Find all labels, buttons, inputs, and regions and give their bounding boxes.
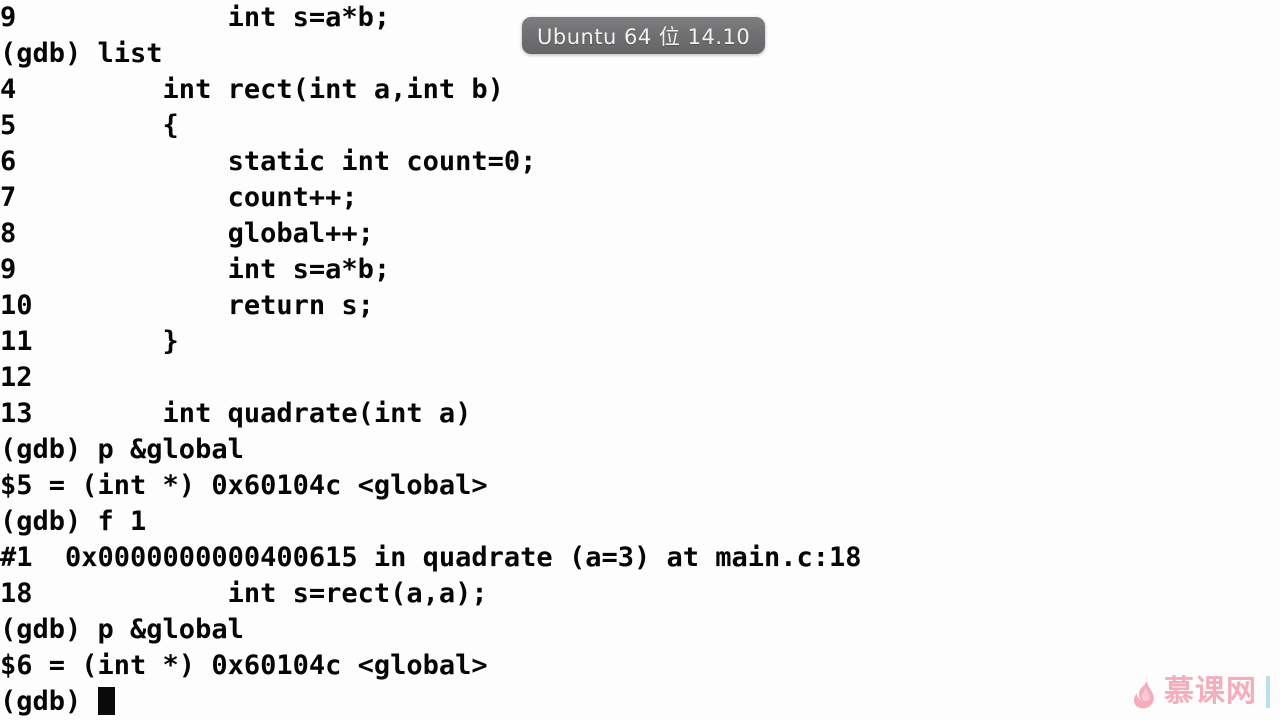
terminal-line: #1 0x0000000000400615 in quadrate (a=3) … — [0, 540, 1280, 576]
terminal-line: (gdb) f 1 — [0, 504, 1280, 540]
terminal-line-text: (gdb) p &global — [0, 614, 244, 645]
terminal-line: 12 — [0, 360, 1280, 396]
watermark-label: 慕课网 — [1164, 674, 1257, 709]
terminal-line-text: (gdb) p &global — [0, 434, 244, 465]
terminal-line: 8 global++; — [0, 216, 1280, 252]
terminal-line-text: (gdb) list — [0, 38, 163, 69]
terminal-line: $6 = (int *) 0x60104c <global> — [0, 648, 1280, 684]
terminal-line: (gdb) p &global — [0, 612, 1280, 648]
watermark: 慕课网 — [1129, 674, 1270, 710]
terminal-line-text: 6 static int count=0; — [0, 146, 537, 177]
terminal-line-text: 10 return s; — [0, 290, 374, 321]
terminal-line: 5 { — [0, 108, 1280, 144]
terminal-line: 6 static int count=0; — [0, 144, 1280, 180]
terminal-line-text: 9 int s=a*b; — [0, 254, 391, 285]
ubuntu-version-badge-label: Ubuntu 64 位 14.10 — [537, 24, 751, 49]
terminal-line-text: #1 0x0000000000400615 in quadrate (a=3) … — [0, 542, 862, 573]
terminal-line: 18 int s=rect(a,a); — [0, 576, 1280, 612]
flame-icon — [1129, 674, 1159, 710]
terminal-line-text: 7 count++; — [0, 182, 358, 213]
ubuntu-version-badge: Ubuntu 64 位 14.10 — [522, 17, 766, 54]
terminal-line: 11 } — [0, 324, 1280, 360]
terminal-line-text: 18 int s=rect(a,a); — [0, 578, 488, 609]
terminal-line: 13 int quadrate(int a) — [0, 396, 1280, 432]
terminal-line-text: 5 { — [0, 110, 179, 141]
terminal-line: (gdb) p &global — [0, 432, 1280, 468]
terminal-line-text: (gdb) — [0, 686, 98, 717]
terminal-line-text: 4 int rect(int a,int b) — [0, 74, 504, 105]
terminal-line: 7 count++; — [0, 180, 1280, 216]
terminal-line-text: (gdb) f 1 — [0, 506, 147, 537]
terminal-line-text: 11 } — [0, 326, 179, 357]
terminal-line-text: $6 = (int *) 0x60104c <global> — [0, 650, 488, 681]
terminal-line-text: $5 = (int *) 0x60104c <global> — [0, 470, 488, 501]
terminal-line-text: 13 int quadrate(int a) — [0, 398, 472, 429]
watermark-accent-bar — [1266, 676, 1270, 708]
text-cursor — [97, 687, 115, 715]
terminal-line: 9 int s=a*b; — [0, 252, 1280, 288]
terminal-screenshot: 9 int s=a*b; (gdb) list 4 int rect(int a,i… — [0, 0, 1280, 720]
terminal-line-text: 12 — [0, 362, 33, 393]
terminal-line: 10 return s; — [0, 288, 1280, 324]
terminal-line-text: 9 int s=a*b; — [0, 2, 391, 33]
terminal-output[interactable]: 9 int s=a*b; (gdb) list 4 int rect(int a,i… — [0, 0, 1280, 720]
terminal-line: (gdb) — [0, 684, 1280, 720]
terminal-line: $5 = (int *) 0x60104c <global> — [0, 468, 1280, 504]
terminal-line: 4 int rect(int a,int b) — [0, 72, 1280, 108]
terminal-line-text: 8 global++; — [0, 218, 374, 249]
